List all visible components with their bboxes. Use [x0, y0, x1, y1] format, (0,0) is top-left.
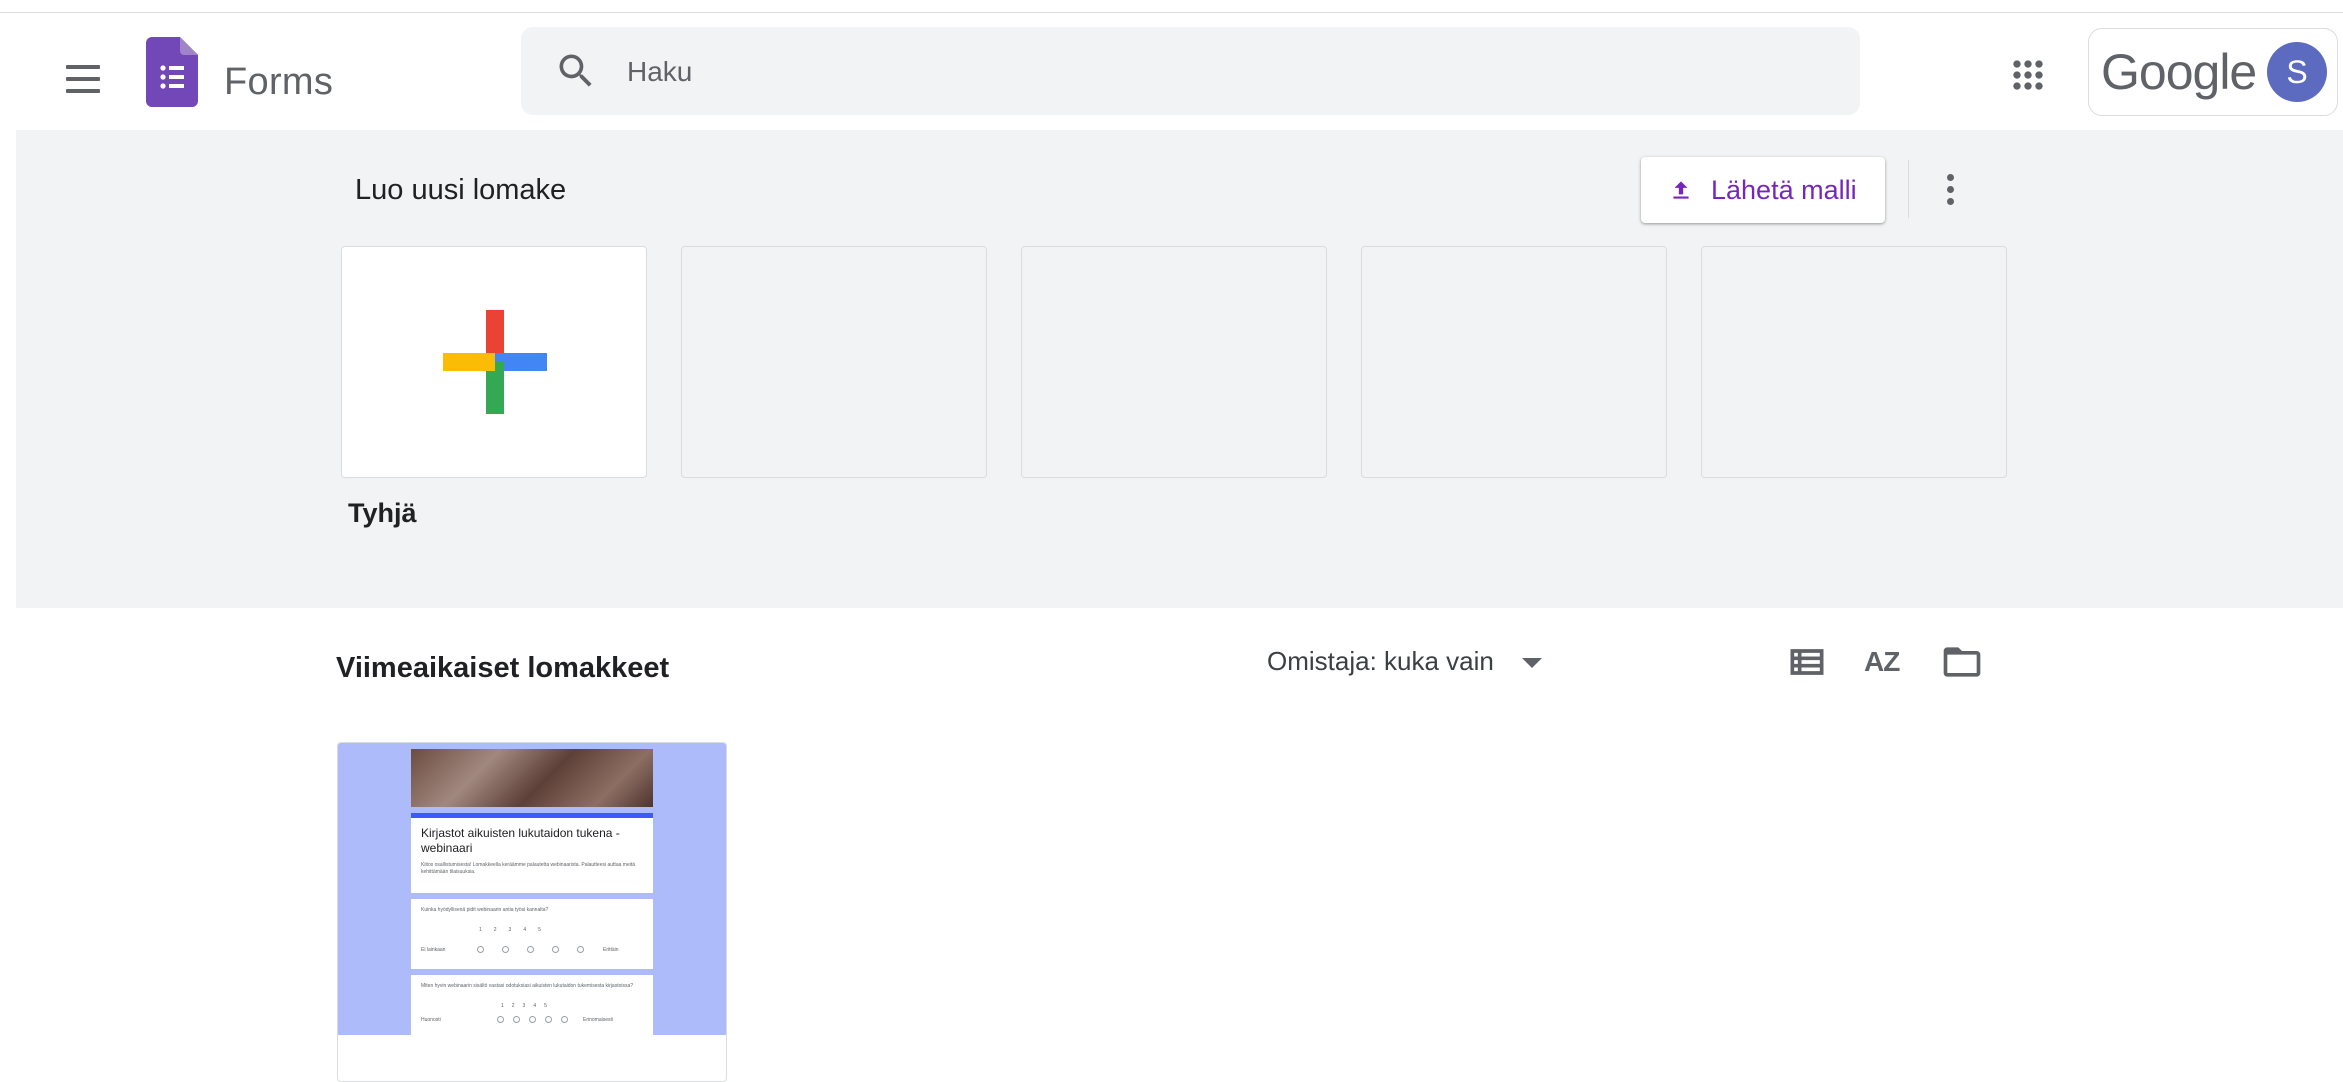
- apps-grid-icon[interactable]: [2006, 53, 2050, 97]
- radio-circle: [527, 946, 534, 953]
- thumbnail-title-panel: Kirjastot aikuisten lukutaidon tukena - …: [411, 818, 653, 893]
- recent-forms-title: Viimeaikaiset lomakkeet: [336, 652, 670, 684]
- thumbnail-scale-high: Erinomaisesti: [583, 1017, 614, 1023]
- toolbar-divider: [1908, 160, 1909, 218]
- template-tile-blank[interactable]: [341, 246, 647, 478]
- search-icon[interactable]: [554, 49, 598, 93]
- thumbnail-question-panel: Miten hyvin webinaarin sisältö vastasi o…: [411, 975, 653, 1035]
- forms-logo-icon[interactable]: [146, 37, 198, 107]
- radio-circle: [477, 946, 484, 953]
- google-logo-text: Google: [2101, 44, 2257, 100]
- send-template-label: Lähetä malli: [1711, 175, 1857, 205]
- thumbnail-scale-numbers: 12345: [479, 927, 553, 933]
- list-view-icon[interactable]: [1785, 640, 1829, 684]
- thumbnail-header-image: [411, 749, 653, 807]
- thumbnail-question: Kuinka hyödyllisenä pidit webinaarin ant…: [421, 907, 549, 913]
- recent-form-card[interactable]: Kirjastot aikuisten lukutaidon tukena - …: [337, 742, 727, 1082]
- menu-icon: [66, 65, 100, 69]
- dropdown-arrow-icon: [1522, 658, 1542, 668]
- template-tile[interactable]: [1361, 246, 1667, 478]
- radio-circle: [513, 1016, 520, 1023]
- radio-circle: [502, 946, 509, 953]
- owner-filter-dropdown[interactable]: Omistaja: kuka vain: [1267, 646, 1542, 686]
- thumbnail-question: Miten hyvin webinaarin sisältö vastasi o…: [421, 983, 634, 989]
- app-header: Forms Google S: [0, 13, 2343, 130]
- radio-circle: [577, 946, 584, 953]
- thumbnail-question-panel: Kuinka hyödyllisenä pidit webinaarin ant…: [411, 899, 653, 969]
- radio-circle: [545, 1016, 552, 1023]
- radio-circle: [497, 1016, 504, 1023]
- template-gallery-title: Luo uusi lomake: [355, 174, 567, 206]
- sort-az-icon: AZ: [1864, 646, 1900, 677]
- top-border: [0, 0, 2343, 13]
- account-switcher[interactable]: Google S: [2088, 28, 2338, 116]
- thumbnail-scale-high: Erittäin: [603, 947, 619, 953]
- form-thumbnail: Kirjastot aikuisten lukutaidon tukena - …: [338, 743, 726, 1035]
- avatar[interactable]: S: [2267, 42, 2327, 102]
- main-menu-button[interactable]: [56, 53, 112, 109]
- template-tile[interactable]: [1021, 246, 1327, 478]
- thumbnail-form-title: Kirjastot aikuisten lukutaidon tukena - …: [421, 826, 620, 855]
- search-bar[interactable]: [521, 27, 1860, 115]
- more-vert-icon: [1947, 174, 1954, 181]
- search-input[interactable]: [625, 47, 1829, 97]
- upload-icon: [1673, 181, 1689, 199]
- folder-icon[interactable]: [1940, 640, 1984, 684]
- template-tile-label[interactable]: Tyhjä: [348, 498, 417, 529]
- radio-circle: [552, 946, 559, 953]
- more-options-button[interactable]: [1930, 166, 1970, 214]
- thumbnail-form-description: Kiitos osallistumisesta! Lomakkeella ker…: [421, 862, 635, 875]
- owner-filter-label: Omistaja: kuka vain: [1267, 646, 1494, 676]
- thumbnail-scale-numbers: 12345: [501, 1003, 555, 1009]
- template-tile[interactable]: [681, 246, 987, 478]
- template-tile[interactable]: [1701, 246, 2007, 478]
- radio-circle: [561, 1016, 568, 1023]
- thumbnail-scale-low: Huonosti: [421, 1017, 441, 1023]
- sort-az-button[interactable]: AZ: [1862, 640, 1906, 684]
- send-template-button[interactable]: Lähetä malli: [1641, 157, 1885, 223]
- radio-circle: [529, 1016, 536, 1023]
- app-title[interactable]: Forms: [224, 61, 333, 104]
- thumbnail-scale-low: Ei lainkaan: [421, 947, 446, 953]
- plus-icon: [443, 310, 547, 414]
